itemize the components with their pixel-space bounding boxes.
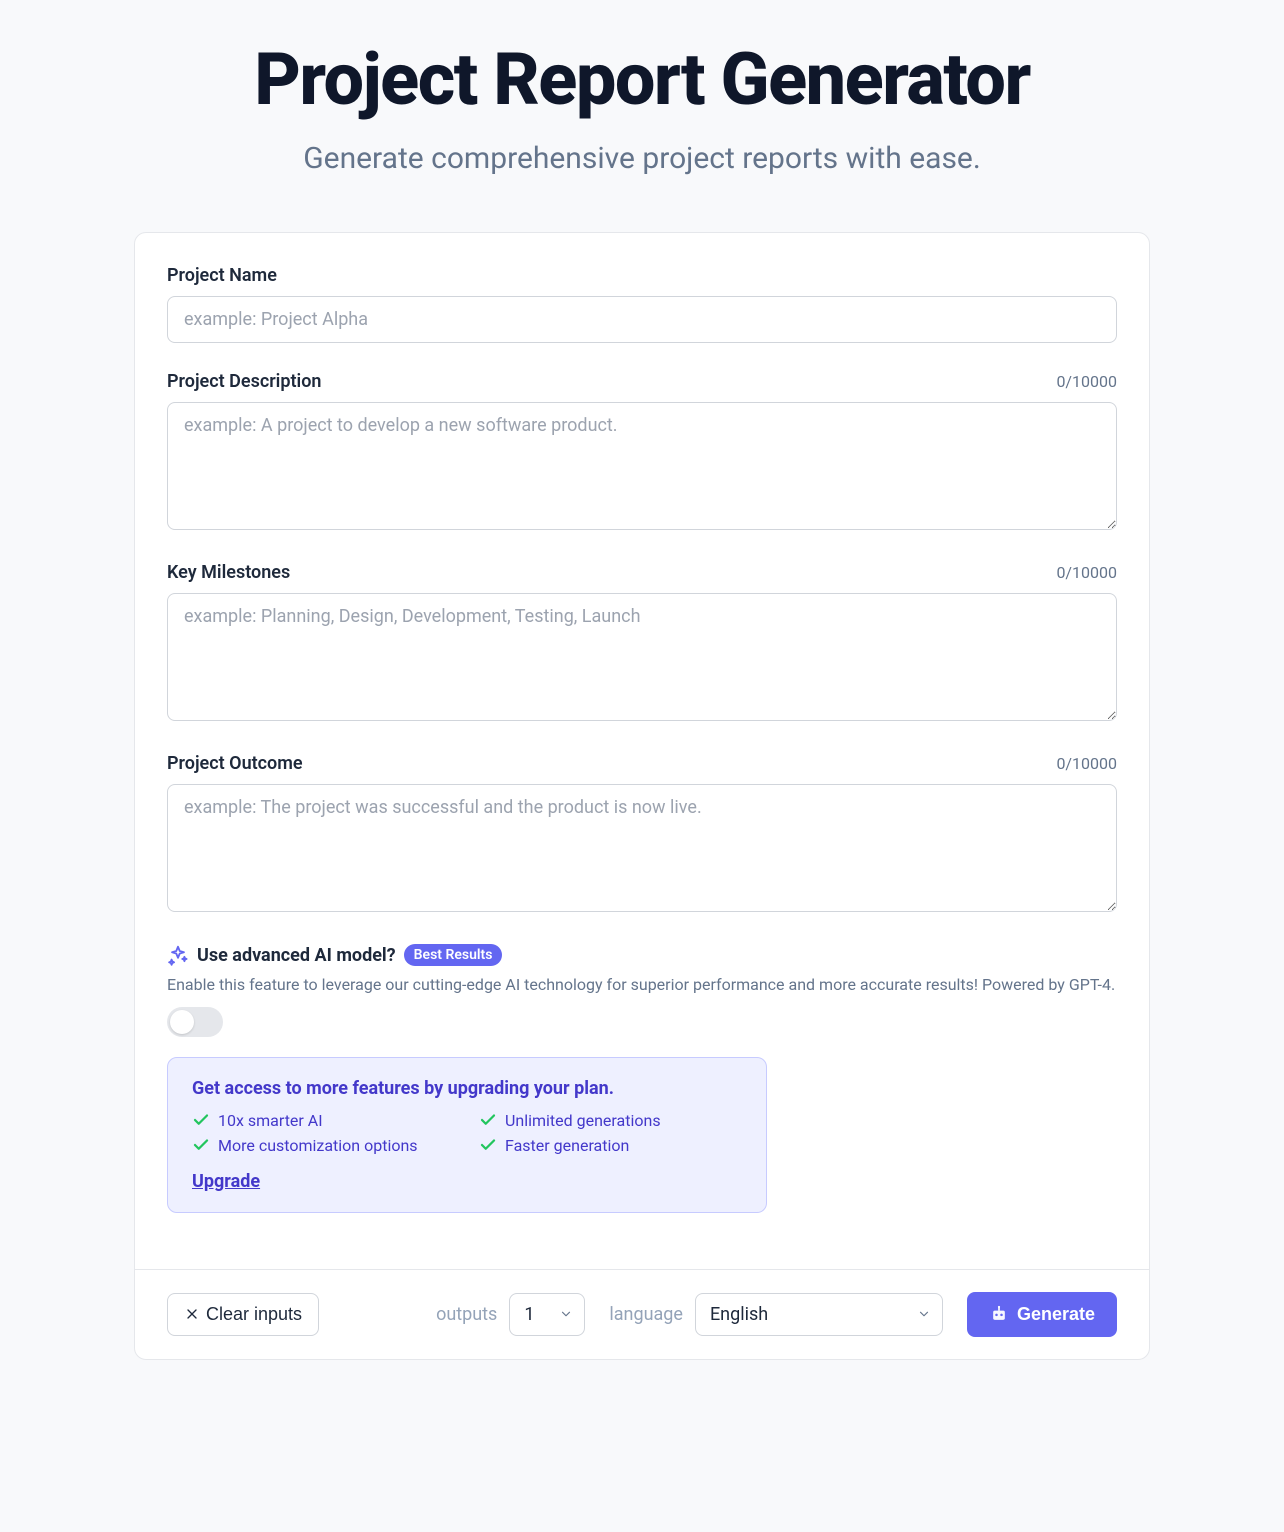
outputs-label: outputs xyxy=(436,1304,497,1325)
outputs-select[interactable]: 1 xyxy=(509,1293,585,1336)
check-icon xyxy=(479,1136,497,1154)
feature-label: 10x smarter AI xyxy=(218,1111,323,1130)
feature-item: More customization options xyxy=(192,1136,455,1155)
sparkles-icon xyxy=(167,944,189,966)
upgrade-box: Get access to more features by upgrading… xyxy=(167,1057,767,1213)
key-milestones-label: Key Milestones xyxy=(167,562,290,583)
key-milestones-counter: 0/10000 xyxy=(1056,563,1117,582)
upgrade-title: Get access to more features by upgrading… xyxy=(192,1078,742,1099)
clear-inputs-button[interactable]: Clear inputs xyxy=(167,1293,319,1336)
close-icon xyxy=(184,1306,200,1322)
feature-item: Unlimited generations xyxy=(479,1111,742,1130)
language-select[interactable]: English xyxy=(695,1293,943,1336)
bottom-bar: Clear inputs outputs 1 language English xyxy=(135,1269,1149,1359)
feature-item: 10x smarter AI xyxy=(192,1111,455,1130)
project-description-input[interactable] xyxy=(167,402,1117,530)
feature-label: More customization options xyxy=(218,1136,418,1155)
project-description-counter: 0/10000 xyxy=(1056,372,1117,391)
project-name-field: Project Name xyxy=(167,265,1117,343)
check-icon xyxy=(479,1111,497,1129)
advanced-model-title: Use advanced AI model? xyxy=(197,945,396,966)
best-results-badge: Best Results xyxy=(404,944,503,966)
project-description-field: Project Description 0/10000 xyxy=(167,371,1117,534)
project-outcome-field: Project Outcome 0/10000 xyxy=(167,753,1117,916)
project-outcome-counter: 0/10000 xyxy=(1056,754,1117,773)
advanced-model-section: Use advanced AI model? Best Results Enab… xyxy=(167,944,1117,1036)
project-name-label: Project Name xyxy=(167,265,277,286)
clear-inputs-label: Clear inputs xyxy=(206,1304,302,1325)
generate-label: Generate xyxy=(1017,1304,1095,1325)
outputs-control: outputs 1 xyxy=(436,1293,585,1336)
project-outcome-input[interactable] xyxy=(167,784,1117,912)
check-icon xyxy=(192,1111,210,1129)
feature-label: Unlimited generations xyxy=(505,1111,661,1130)
toggle-knob xyxy=(170,1010,194,1034)
page-title: Project Report Generator xyxy=(134,40,1150,119)
generate-button[interactable]: Generate xyxy=(967,1292,1117,1337)
check-icon xyxy=(192,1136,210,1154)
form-card: Project Name Project Description 0/10000… xyxy=(134,232,1150,1359)
advanced-model-toggle[interactable] xyxy=(167,1007,223,1037)
language-label: language xyxy=(609,1304,683,1325)
key-milestones-input[interactable] xyxy=(167,593,1117,721)
upgrade-link[interactable]: Upgrade xyxy=(192,1171,260,1192)
feature-label: Faster generation xyxy=(505,1136,629,1155)
feature-item: Faster generation xyxy=(479,1136,742,1155)
page-subtitle: Generate comprehensive project reports w… xyxy=(134,141,1150,176)
advanced-model-description: Enable this feature to leverage our cutt… xyxy=(167,974,1117,996)
project-name-input[interactable] xyxy=(167,296,1117,343)
robot-icon xyxy=(989,1304,1009,1324)
key-milestones-field: Key Milestones 0/10000 xyxy=(167,562,1117,725)
project-outcome-label: Project Outcome xyxy=(167,753,303,774)
language-control: language English xyxy=(609,1293,943,1336)
project-description-label: Project Description xyxy=(167,371,321,392)
